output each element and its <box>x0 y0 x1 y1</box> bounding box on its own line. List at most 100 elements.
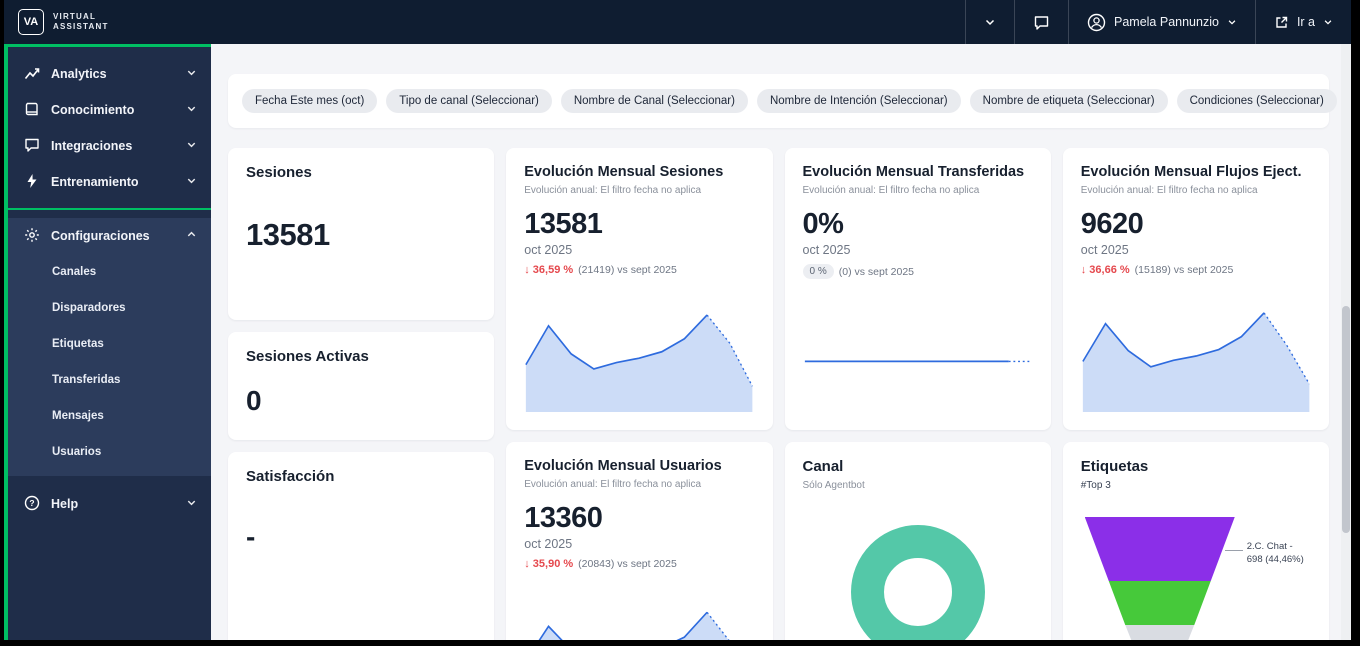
chevron-down-icon <box>186 139 197 153</box>
card-sesiones-activas: Sesiones Activas 0 <box>228 332 494 440</box>
funnel-segment-1[interactable] <box>1085 517 1235 581</box>
funnel-segment-3[interactable] <box>1085 625 1235 640</box>
sidebar-subitem-canales[interactable]: Canales <box>8 254 211 290</box>
app-window: VA VIRTUAL ASSISTANT Pamela Pa <box>4 0 1351 640</box>
sidebar-active-section: Configuraciones Canales Disparadores Eti… <box>5 218 211 476</box>
sidebar-subitem-etiquetas[interactable]: Etiquetas <box>8 326 211 362</box>
line-chart-flujos <box>1081 294 1311 414</box>
card-evolucion-flujos: Evolución Mensual Flujos Eject. Evolució… <box>1063 148 1329 430</box>
external-link-icon <box>1274 15 1289 30</box>
filter-chip-nombre-canal[interactable]: Nombre de Canal (Seleccionar) <box>561 89 748 113</box>
sidebar: Analytics Conocimiento Integraciones <box>4 44 211 640</box>
funnel-segment-2[interactable] <box>1085 581 1235 625</box>
annotation-line2: 698 (44,46%) <box>1247 554 1304 567</box>
topbar-actions: Pamela Pannunzio Ir a <box>965 0 1351 44</box>
funnel-annotation: 2.C. Chat - 698 (44,46%) <box>1247 541 1304 567</box>
delta-note: (15189) vs sept 2025 <box>1135 264 1234 276</box>
main-content: Fecha Este mes (oct) Tipo de canal (Sele… <box>211 44 1341 640</box>
chevron-down-icon <box>186 497 197 511</box>
filter-chip-condiciones[interactable]: Condiciones (Seleccionar) <box>1177 89 1337 113</box>
filter-chip-tipo-canal[interactable]: Tipo de canal (Seleccionar) <box>386 89 552 113</box>
funnel-chart-etiquetas: 2.C. Chat - 698 (44,46%) d. <box>1081 517 1311 640</box>
brand: VA VIRTUAL ASSISTANT <box>4 9 109 35</box>
brand-line2: ASSISTANT <box>53 22 109 32</box>
delta-row: ↓ 35,90 % (20843) vs sept 2025 <box>524 558 754 570</box>
card-title: Satisfacción <box>246 468 476 485</box>
sidebar-item-label: Help <box>51 497 78 511</box>
card-title: Sesiones Activas <box>246 348 476 365</box>
card-subtitle: Evolución anual: El filtro fecha no apli… <box>803 185 1033 196</box>
sidebar-item-label: Configuraciones <box>51 229 150 243</box>
sidebar-item-conocimiento[interactable]: Conocimiento <box>8 92 211 128</box>
chevron-down-icon <box>186 103 197 117</box>
card-satisfaccion: Satisfacción - <box>228 452 494 640</box>
sidebar-subitem-mensajes[interactable]: Mensajes <box>8 398 211 434</box>
sidebar-subitem-usuarios[interactable]: Usuarios <box>8 434 211 470</box>
chevron-down-icon <box>186 67 197 81</box>
sidebar-divider <box>8 208 211 210</box>
topbar: VA VIRTUAL ASSISTANT Pamela Pa <box>4 0 1351 44</box>
topbar-dropdown-button[interactable] <box>965 0 1014 44</box>
help-icon: ? <box>24 495 40 514</box>
user-name: Pamela Pannunzio <box>1114 15 1219 29</box>
filter-chip-nombre-intencion[interactable]: Nombre de Intención (Seleccionar) <box>757 89 961 113</box>
dashboard-grid: Sesiones 13581 Sesiones Activas 0 Satisf… <box>228 148 1329 640</box>
sidebar-item-integraciones[interactable]: Integraciones <box>8 128 211 164</box>
evo-usuarios-value: 13360 <box>524 502 754 535</box>
delta-value: ↓ 36,59 % <box>524 264 573 276</box>
svg-text:?: ? <box>29 498 34 508</box>
avatar-icon <box>1087 13 1106 32</box>
chat-bubble-icon <box>24 137 40 156</box>
sidebar-subitem-disparadores[interactable]: Disparadores <box>8 290 211 326</box>
book-icon <box>24 101 40 120</box>
funnel-bottom-label: d. <box>1221 639 1229 640</box>
goto-label: Ir a <box>1297 15 1315 29</box>
evo-transferidas-value: 0% <box>803 208 1033 241</box>
column-kpis: Sesiones 13581 Sesiones Activas 0 Satisf… <box>228 148 494 640</box>
scrollbar-thumb[interactable] <box>1342 306 1350 532</box>
delta-row: ↓ 36,59 % (21419) vs sept 2025 <box>524 264 754 276</box>
sidebar-item-label: Conocimiento <box>51 103 134 117</box>
sidebar-item-label: Analytics <box>51 67 107 81</box>
vertical-scrollbar <box>1341 44 1351 640</box>
sidebar-item-help[interactable]: ? Help <box>8 486 211 522</box>
card-subtitle: #Top 3 <box>1081 480 1311 491</box>
sidebar-item-analytics[interactable]: Analytics <box>8 56 211 92</box>
sesiones-activas-value: 0 <box>246 385 476 417</box>
funnel-shape <box>1085 517 1235 640</box>
card-subtitle: Evolución anual: El filtro fecha no apli… <box>1081 185 1311 196</box>
period-label: oct 2025 <box>803 243 1033 257</box>
card-subtitle: Evolución anual: El filtro fecha no apli… <box>524 479 754 490</box>
filter-chip-nombre-etiqueta[interactable]: Nombre de etiqueta (Seleccionar) <box>970 89 1168 113</box>
delta-note: (21419) vs sept 2025 <box>578 264 677 276</box>
card-title: Evolución Mensual Usuarios <box>524 458 754 474</box>
brand-line1: VIRTUAL <box>53 12 109 22</box>
line-chart-sesiones <box>524 294 754 414</box>
delta-value: ↓ 35,90 % <box>524 558 573 570</box>
card-subtitle: Sólo Agentbot <box>803 480 1033 491</box>
card-evolucion-usuarios: Evolución Mensual Usuarios Evolución anu… <box>506 442 772 640</box>
sidebar-subitem-transferidas[interactable]: Transferidas <box>8 362 211 398</box>
donut-chart-canal <box>851 525 985 640</box>
chevron-down-icon <box>984 16 996 28</box>
sidebar-item-entrenamiento[interactable]: Entrenamiento <box>8 164 211 200</box>
period-label: oct 2025 <box>1081 243 1311 257</box>
goto-menu[interactable]: Ir a <box>1255 0 1351 44</box>
chat-button[interactable] <box>1014 0 1068 44</box>
card-title: Canal <box>803 458 1033 475</box>
brand-text: VIRTUAL ASSISTANT <box>53 12 109 32</box>
delta-row: ↓ 36,66 % (15189) vs sept 2025 <box>1081 264 1311 276</box>
chevron-up-icon <box>186 229 197 243</box>
filter-bar: Fecha Este mes (oct) Tipo de canal (Sele… <box>228 74 1329 128</box>
analytics-icon <box>24 65 40 84</box>
sidebar-item-configuraciones[interactable]: Configuraciones <box>8 218 211 254</box>
delta-row: 0 % (0) vs sept 2025 <box>803 264 1033 279</box>
card-subtitle: Evolución anual: El filtro fecha no apli… <box>524 185 754 196</box>
column-flujos-etiquetas: Evolución Mensual Flujos Eject. Evolució… <box>1063 148 1329 640</box>
card-canal: Canal Sólo Agentbot <box>785 442 1051 640</box>
gear-icon <box>24 227 40 246</box>
filter-chip-fecha[interactable]: Fecha Este mes (oct) <box>242 89 377 113</box>
evo-sesiones-value: 13581 <box>524 208 754 241</box>
card-title: Sesiones <box>246 164 476 181</box>
user-menu[interactable]: Pamela Pannunzio <box>1068 0 1255 44</box>
